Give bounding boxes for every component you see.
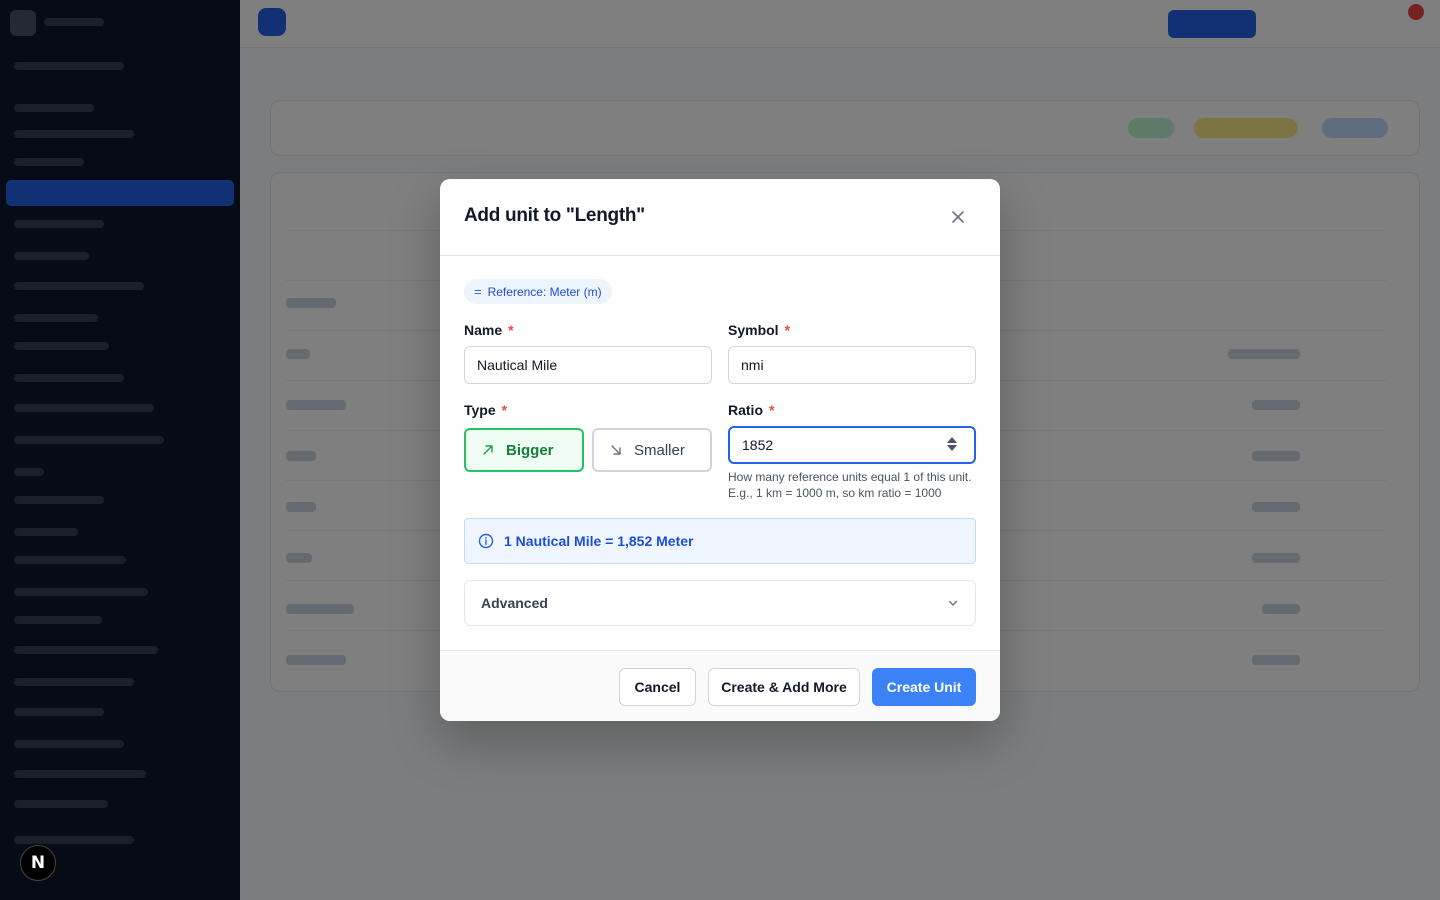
info-icon	[478, 533, 494, 549]
ratio-label: Ratio *	[728, 402, 774, 418]
conversion-text: 1 Nautical Mile = 1,852 Meter	[504, 533, 694, 549]
type-bigger-label: Bigger	[506, 441, 554, 459]
dialog-title: Add unit to "Length"	[464, 205, 645, 226]
conversion-preview: 1 Nautical Mile = 1,852 Meter	[464, 518, 976, 564]
equals-icon: =	[474, 284, 482, 299]
dev-tools-badge[interactable]: N	[20, 845, 56, 881]
ratio-field	[728, 426, 976, 464]
type-label: Type *	[464, 402, 507, 418]
ratio-hint: How many reference units equal 1 of this…	[728, 470, 972, 500]
ratio-label-text: Ratio	[728, 402, 763, 418]
dialog-footer: Cancel Create & Add More Create Unit	[440, 650, 1000, 721]
create-unit-button[interactable]: Create Unit	[872, 668, 976, 706]
create-add-more-button[interactable]: Create & Add More	[708, 668, 860, 706]
type-smaller-label: Smaller	[634, 441, 685, 459]
advanced-label: Advanced	[481, 595, 548, 611]
ratio-stepper[interactable]	[946, 432, 958, 456]
advanced-section-toggle[interactable]: Advanced	[464, 580, 976, 626]
stepper-up-icon[interactable]	[947, 437, 957, 443]
required-marker: *	[501, 402, 508, 418]
required-marker: *	[508, 322, 514, 338]
arrow-down-right-icon	[611, 445, 621, 455]
close-button[interactable]	[946, 205, 970, 229]
reference-unit-chip: = Reference: Meter (m)	[464, 279, 612, 304]
close-icon	[952, 211, 964, 223]
required-marker: *	[784, 322, 791, 338]
symbol-input[interactable]	[728, 346, 976, 384]
symbol-label-text: Symbol	[728, 322, 779, 338]
cancel-button[interactable]: Cancel	[619, 668, 696, 706]
name-label-text: Name	[464, 322, 503, 338]
name-label: Name *	[464, 322, 514, 338]
add-unit-dialog: Add unit to "Length" = Reference: Meter …	[440, 179, 1000, 721]
chevron-down-icon	[948, 600, 958, 606]
ratio-input[interactable]	[728, 426, 976, 464]
type-smaller-button[interactable]: Smaller	[592, 428, 712, 472]
stepper-down-icon[interactable]	[947, 445, 957, 451]
name-input[interactable]	[464, 346, 712, 384]
required-marker: *	[769, 402, 775, 418]
symbol-label: Symbol *	[728, 322, 790, 338]
dialog-header: Add unit to "Length"	[440, 179, 1000, 256]
reference-unit-text: Reference: Meter (m)	[487, 284, 602, 299]
type-label-text: Type	[464, 402, 496, 418]
arrow-up-right-icon	[483, 445, 493, 455]
type-bigger-button[interactable]: Bigger	[464, 428, 584, 472]
